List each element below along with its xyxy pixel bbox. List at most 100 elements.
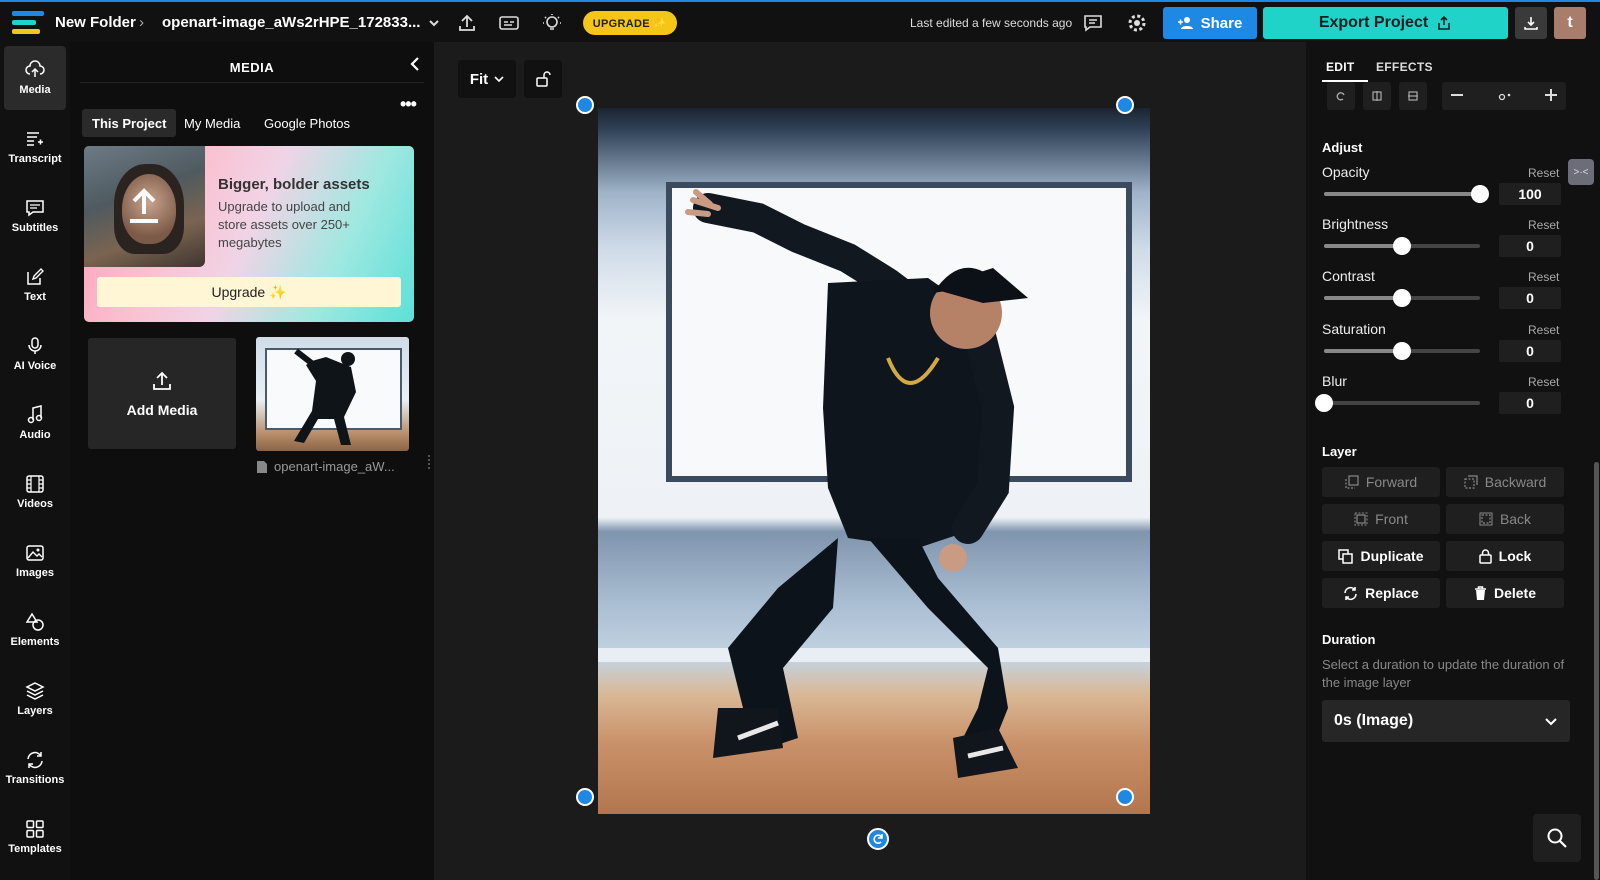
opacity-slider[interactable] bbox=[1324, 185, 1489, 203]
tab-this-project[interactable]: This Project bbox=[82, 109, 177, 137]
duplicate-label: Duplicate bbox=[1360, 548, 1424, 564]
comments-icon[interactable] bbox=[1081, 11, 1105, 35]
settings-gear-icon[interactable] bbox=[1125, 11, 1149, 35]
flip-vertical-icon[interactable] bbox=[1399, 82, 1427, 110]
upgrade-button[interactable]: UPGRADE ✨ bbox=[583, 11, 677, 35]
rail-item-audio[interactable]: Audio bbox=[4, 391, 66, 455]
contrast-value[interactable]: 0 bbox=[1499, 287, 1561, 309]
rail-item-layers[interactable]: Layers bbox=[4, 667, 66, 731]
minus-icon[interactable] bbox=[1448, 86, 1466, 109]
slider-knob[interactable] bbox=[1471, 185, 1489, 203]
backward-button[interactable]: Backward bbox=[1446, 467, 1564, 497]
blur-slider[interactable] bbox=[1315, 394, 1480, 412]
tab-effects[interactable]: EFFECTS bbox=[1376, 60, 1433, 74]
replace-button[interactable]: Replace bbox=[1322, 578, 1440, 608]
brightness-slider[interactable] bbox=[1324, 237, 1480, 255]
rail-item-transcript[interactable]: Transcript bbox=[4, 115, 66, 179]
duration-select[interactable]: 0s (Image) bbox=[1322, 700, 1570, 742]
export-label: Export Project bbox=[1318, 14, 1429, 31]
project-name[interactable]: openart-image_aWs2rHPE_172833... bbox=[162, 14, 420, 31]
resize-handle-top-left[interactable] bbox=[576, 96, 594, 114]
blur-value[interactable]: 0 bbox=[1499, 392, 1561, 414]
shapes-icon bbox=[25, 612, 44, 631]
slider-knob[interactable] bbox=[1393, 289, 1411, 307]
rail-item-videos[interactable]: Videos bbox=[4, 460, 66, 524]
share-label: Share bbox=[1200, 14, 1243, 32]
bring-front-icon bbox=[1354, 512, 1368, 526]
rail-item-transitions[interactable]: Transitions bbox=[4, 736, 66, 800]
replace-label: Replace bbox=[1365, 585, 1419, 601]
media-thumbnail[interactable] bbox=[256, 337, 409, 451]
resize-handle-bottom-right[interactable] bbox=[1116, 788, 1134, 806]
more-options-icon[interactable]: ••• bbox=[400, 94, 417, 115]
slider-knob[interactable] bbox=[1393, 237, 1411, 255]
duplicate-button[interactable]: Duplicate bbox=[1322, 541, 1440, 571]
contrast-label: Contrast bbox=[1322, 268, 1375, 284]
slider-knob[interactable] bbox=[1315, 394, 1333, 412]
music-note-icon bbox=[27, 405, 43, 424]
rotate-tool-icon[interactable] bbox=[1327, 82, 1355, 110]
contrast-reset-button[interactable]: Reset bbox=[1528, 270, 1559, 284]
chevron-down-icon bbox=[1545, 718, 1557, 726]
blur-reset-button[interactable]: Reset bbox=[1528, 375, 1559, 389]
download-button[interactable] bbox=[1515, 7, 1547, 39]
rail-item-images[interactable]: Images bbox=[4, 529, 66, 593]
code-toggle-icon[interactable]: >·< bbox=[1568, 159, 1594, 185]
lock-button[interactable]: Lock bbox=[1446, 541, 1564, 571]
file-icon bbox=[257, 460, 267, 473]
canvas-image[interactable] bbox=[598, 108, 1150, 814]
opacity-reset-button[interactable]: Reset bbox=[1528, 166, 1559, 180]
saturation-reset-button[interactable]: Reset bbox=[1528, 323, 1559, 337]
lightbulb-icon[interactable] bbox=[540, 11, 564, 35]
rail-item-text[interactable]: Text bbox=[4, 253, 66, 317]
promo-text: Upgrade to upload and store assets over … bbox=[218, 199, 351, 250]
front-button[interactable]: Front bbox=[1322, 504, 1440, 534]
tab-google-photos[interactable]: Google Photos bbox=[254, 109, 360, 137]
app-logo[interactable] bbox=[12, 11, 44, 35]
upload-icon[interactable] bbox=[455, 11, 479, 35]
rail-item-media[interactable]: Media bbox=[4, 46, 66, 110]
add-media-button[interactable]: Add Media bbox=[88, 338, 236, 449]
rail-item-templates[interactable]: Templates bbox=[4, 805, 66, 869]
zoom-stepper bbox=[1442, 82, 1566, 110]
collapse-panel-chevron-icon[interactable] bbox=[405, 54, 425, 74]
delete-button[interactable]: Delete bbox=[1446, 578, 1564, 608]
brightness-value[interactable]: 0 bbox=[1499, 235, 1561, 257]
share-button[interactable]: Share bbox=[1163, 7, 1257, 39]
opacity-value[interactable]: 100 bbox=[1499, 183, 1561, 205]
search-button[interactable] bbox=[1533, 814, 1581, 862]
saturation-value[interactable]: 0 bbox=[1499, 340, 1561, 362]
zoom-fit-dropdown[interactable]: Fit bbox=[458, 60, 516, 98]
forward-button[interactable]: Forward bbox=[1322, 467, 1440, 497]
breadcrumb-folder[interactable]: New Folder bbox=[55, 14, 136, 31]
rail-label: Images bbox=[16, 567, 54, 579]
edit-panel: EDIT EFFECTS Adjust Opacity Reset 100 Br… bbox=[1306, 42, 1600, 880]
contrast-slider[interactable] bbox=[1324, 289, 1480, 307]
unlock-aspect-button[interactable] bbox=[524, 60, 562, 98]
rotate-icon bbox=[873, 834, 883, 844]
captions-icon[interactable] bbox=[497, 11, 521, 35]
rail-item-ai-voice[interactable]: AI Voice bbox=[4, 322, 66, 386]
project-menu-chevron-icon[interactable] bbox=[422, 11, 446, 35]
slider-knob[interactable] bbox=[1393, 342, 1411, 360]
rail-item-subtitles[interactable]: Subtitles bbox=[4, 184, 66, 248]
tab-my-media[interactable]: My Media bbox=[174, 109, 250, 137]
panel-scrollbar[interactable] bbox=[1594, 462, 1599, 880]
rail-item-elements[interactable]: Elements bbox=[4, 598, 66, 662]
panel-resize-handle[interactable] bbox=[428, 455, 431, 469]
resize-handle-bottom-left[interactable] bbox=[576, 788, 594, 806]
tab-edit[interactable]: EDIT bbox=[1326, 60, 1355, 74]
back-button[interactable]: Back bbox=[1446, 504, 1564, 534]
flip-horizontal-icon[interactable] bbox=[1363, 82, 1391, 110]
brightness-reset-button[interactable]: Reset bbox=[1528, 218, 1559, 232]
plus-icon[interactable] bbox=[1542, 86, 1560, 109]
export-project-button[interactable]: Export Project bbox=[1263, 7, 1508, 39]
resize-handle-top-right[interactable] bbox=[1116, 96, 1134, 114]
user-avatar[interactable]: t bbox=[1554, 7, 1586, 39]
saturation-slider[interactable] bbox=[1324, 342, 1480, 360]
rail-label: Media bbox=[19, 84, 51, 96]
rotate-handle[interactable] bbox=[867, 828, 889, 850]
layers-icon bbox=[25, 682, 45, 700]
send-back-icon bbox=[1479, 512, 1493, 526]
promo-upgrade-button[interactable]: Upgrade ✨ bbox=[97, 277, 401, 307]
